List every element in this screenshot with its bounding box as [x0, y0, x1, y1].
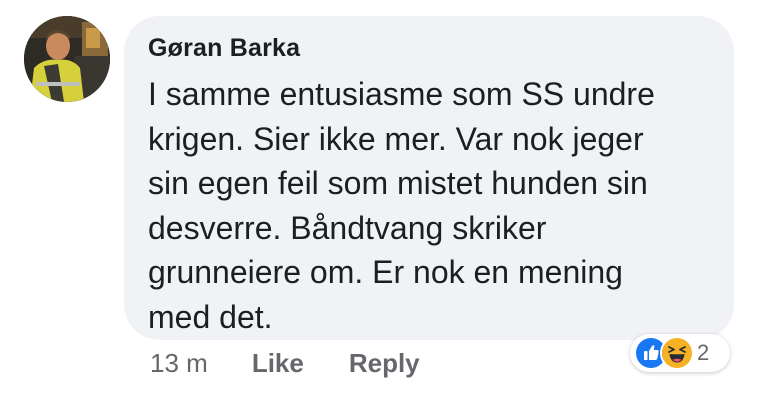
comment-author[interactable]: Gøran Barka — [148, 34, 300, 63]
comment-bubble: Gøran Barka I samme entusiasme som SS un… — [124, 16, 734, 340]
comment-actions: 13 m Like Reply — [150, 343, 465, 383]
comment-text-line: krigen. Sier ikke mer. Var nok jeger — [148, 120, 644, 157]
like-button[interactable]: Like — [252, 348, 304, 379]
comment-text-line: grunneiere om. Er nok en mening — [148, 254, 623, 290]
reaction-summary[interactable]: 2 — [630, 334, 730, 372]
comment-text: I samme entusiasme som SS undre krigen. … — [148, 72, 718, 339]
comment-text-line: I samme entusiasme som SS undre — [148, 76, 655, 112]
comment-timestamp[interactable]: 13 m — [150, 348, 208, 379]
avatar[interactable] — [24, 16, 110, 102]
comment-text-line: med det. — [148, 298, 273, 335]
comment-text-line: desverre. Båndtvang skriker — [148, 209, 547, 246]
avatar-photo — [24, 16, 110, 102]
haha-icon — [660, 336, 694, 370]
comment-text-line: sin egen feil som mistet hunden sin — [148, 165, 648, 201]
reaction-count: 2 — [697, 340, 710, 365]
reply-button[interactable]: Reply — [349, 348, 420, 379]
